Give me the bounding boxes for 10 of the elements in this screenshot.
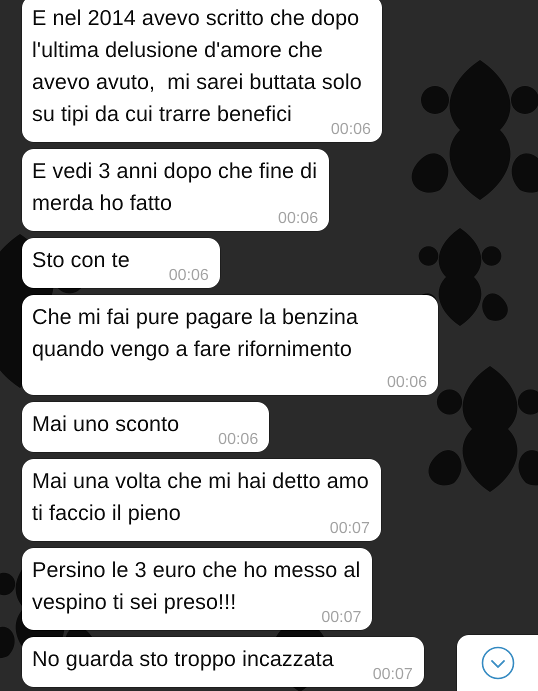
message-time: 00:07 <box>372 666 413 684</box>
message-text: Che mi fai pure pagare la benzina quando vengo a fare rifornimento <box>32 305 358 361</box>
message-text: No guarda sto troppo incazzata <box>32 647 334 671</box>
message-time: 00:06 <box>218 431 258 449</box>
message-text: Sto con te <box>32 248 130 272</box>
message-text: Mai uno sconto <box>32 412 180 436</box>
chevron-down-icon <box>480 646 514 680</box>
message-time: 00:06 <box>386 374 427 392</box>
scroll-down-button[interactable] <box>457 635 538 691</box>
message-time: 00:06 <box>168 267 209 285</box>
